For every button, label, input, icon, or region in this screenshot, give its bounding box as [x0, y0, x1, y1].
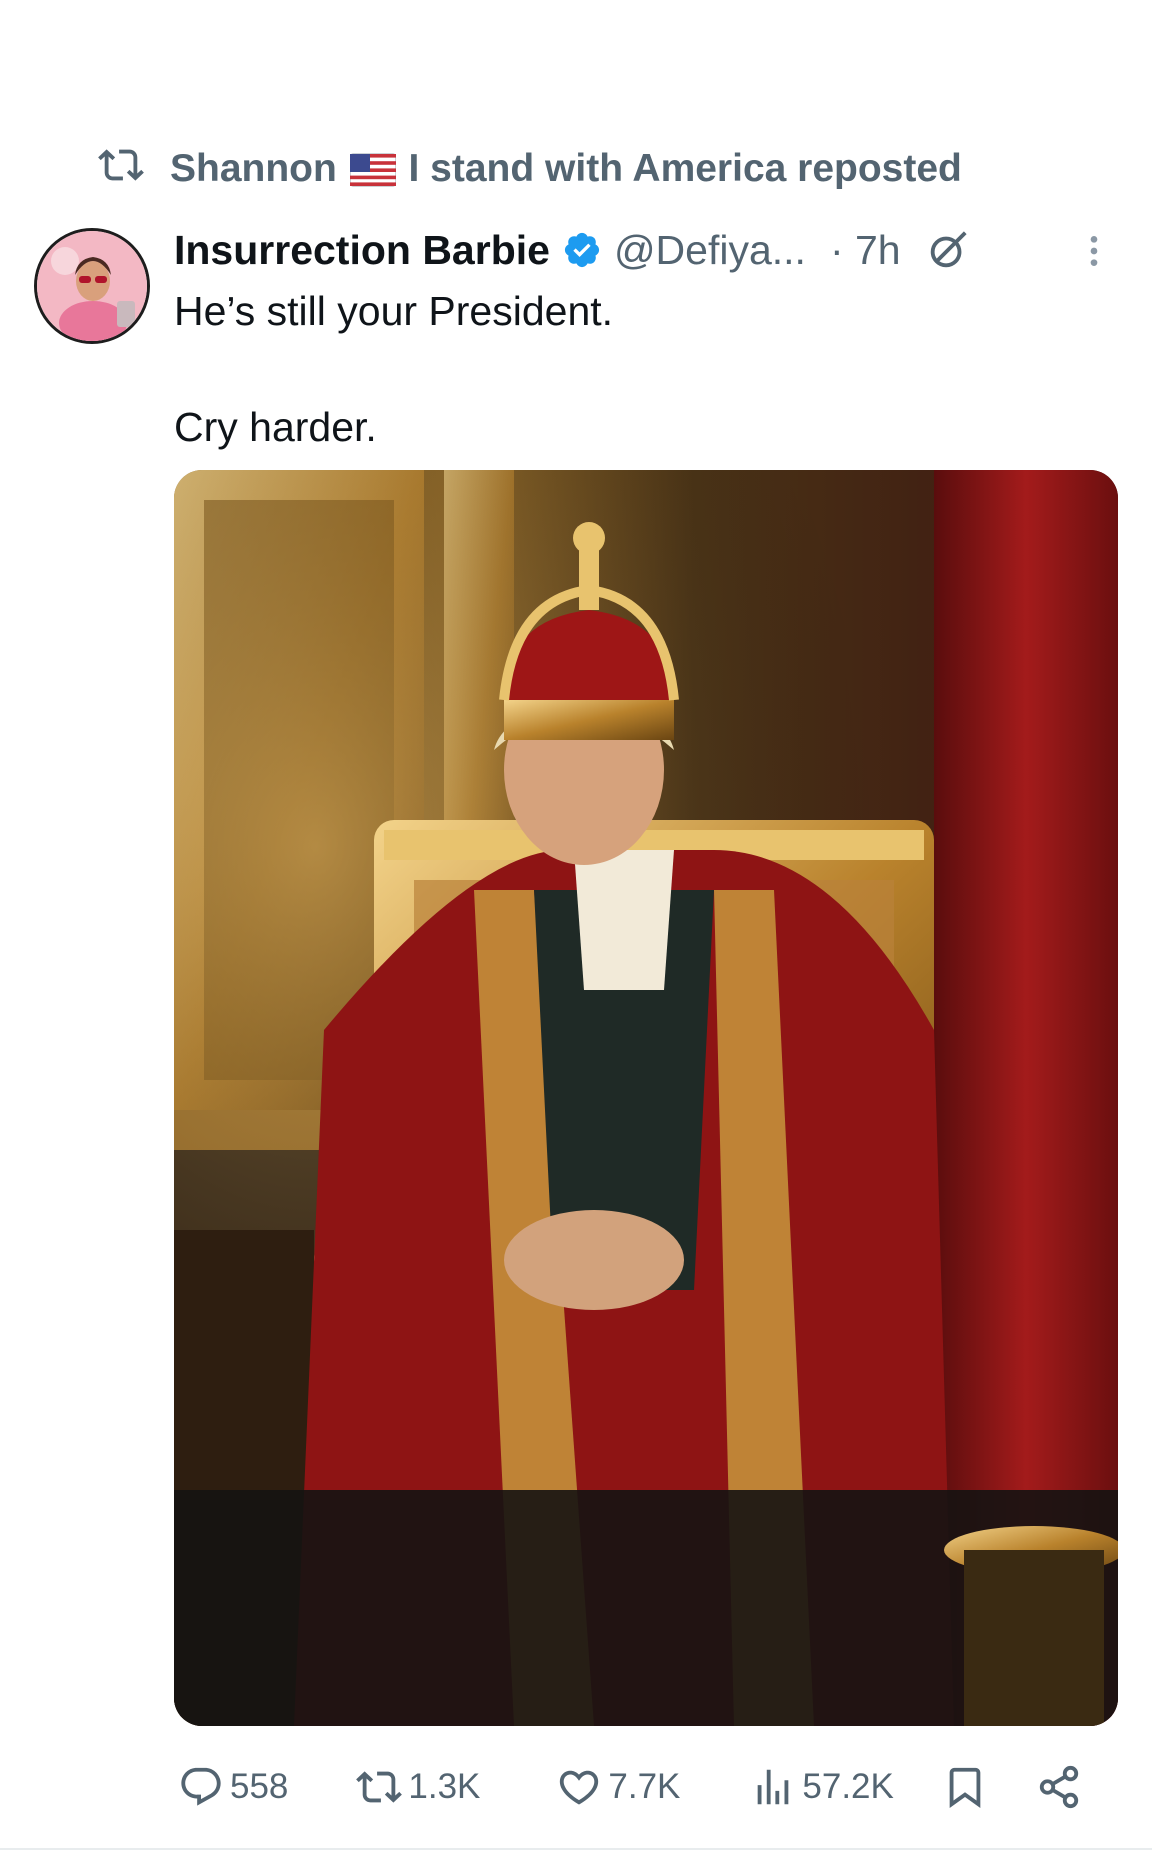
avatar[interactable] [34, 228, 150, 344]
repost-indicator[interactable]: Shannon I stand with America reposted [98, 142, 962, 198]
repost-text: I stand with America reposted [408, 146, 962, 190]
grok-icon[interactable] [925, 227, 971, 273]
repost-count: 1.3K [408, 1767, 481, 1806]
author-name[interactable]: Insurrection Barbie [174, 227, 550, 274]
repost-user[interactable]: Shannon [170, 147, 337, 190]
image-king-on-throne[interactable] [174, 470, 1118, 1726]
views-button[interactable]: 57.2K [750, 1764, 894, 1810]
bookmark-icon [949, 1767, 981, 1808]
bookmark-button[interactable] [942, 1764, 988, 1810]
share-icon [1039, 1765, 1079, 1809]
repost-icon [356, 1771, 403, 1803]
divider [0, 1848, 1152, 1850]
like-button[interactable]: 7.7K [556, 1764, 680, 1810]
action-bar: 558 1.3K 7.7K 57.2K [174, 1752, 1118, 1822]
repost-icon [98, 142, 144, 198]
views-icon [758, 1769, 789, 1805]
heart-icon [560, 1770, 599, 1805]
post-header: Insurrection Barbie @Defiya... · 7h [174, 220, 1122, 280]
more-icon[interactable] [1074, 228, 1114, 274]
post-time[interactable]: · 7h [830, 227, 901, 274]
us-flag-icon [349, 153, 396, 187]
verified-badge-icon [564, 232, 600, 268]
like-count: 7.7K [608, 1767, 681, 1806]
share-button[interactable] [1036, 1764, 1082, 1810]
post-text: He’s still your President. Cry harder. [174, 288, 614, 450]
reply-icon [181, 1767, 221, 1806]
views-count: 57.2K [802, 1767, 894, 1806]
repost-button[interactable]: 1.3K [356, 1764, 480, 1810]
reply-button[interactable]: 558 [178, 1764, 288, 1810]
reply-count: 558 [230, 1767, 289, 1806]
author-handle[interactable]: @Defiya... [614, 227, 806, 274]
